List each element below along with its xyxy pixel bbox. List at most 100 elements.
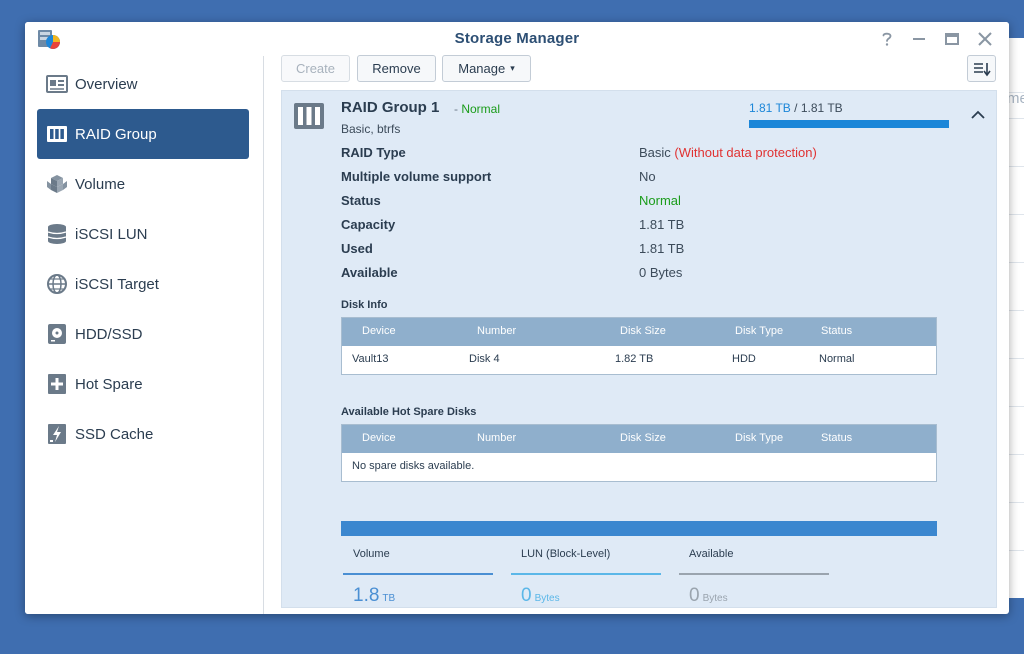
summary-label: Volume — [353, 548, 390, 560]
column-header[interactable]: Number — [477, 325, 516, 337]
prop-label-capacity: Capacity — [341, 217, 396, 232]
table-empty-row: No spare disks available. — [342, 453, 936, 481]
cell-size: 1.82 TB — [615, 353, 654, 365]
title-bar[interactable]: Storage Manager — [25, 22, 1009, 56]
capacity-bar-fill — [749, 120, 949, 128]
raid-subtitle: Basic, btrfs — [341, 122, 401, 136]
raid-type-value: Basic — [639, 145, 671, 160]
sidebar-item-label: Volume — [75, 175, 126, 193]
sidebar-item-iscsi-target[interactable]: iSCSI Target — [37, 259, 249, 309]
create-button[interactable]: Create — [281, 55, 350, 82]
raid-type-warning: (Without data protection) — [674, 145, 817, 160]
summary-label: Available — [689, 548, 734, 560]
column-header[interactable]: Disk Size — [620, 432, 666, 444]
capacity-bar — [749, 120, 949, 128]
summary-underline — [343, 573, 493, 575]
sidebar-item-label: Overview — [75, 75, 138, 93]
chevron-up-icon[interactable] — [969, 108, 987, 122]
summary-available: Available 0 Bytes — [679, 548, 829, 607]
sidebar-item-hot-spare[interactable]: Hot Spare — [37, 359, 249, 409]
capacity-separator: / — [794, 101, 798, 115]
usage-strip — [341, 521, 937, 536]
summary-value: 0 Bytes — [521, 585, 661, 607]
hot-spare-title: Available Hot Spare Disks — [341, 406, 477, 418]
sidebar-item-label: iSCSI LUN — [75, 225, 148, 243]
hot-spare-table: Device Number Disk Size Disk Type Status… — [341, 424, 937, 482]
ssd-cache-icon — [46, 423, 68, 445]
manage-button-label: Manage — [458, 61, 506, 76]
sidebar-item-label: HDD/SSD — [75, 325, 143, 343]
window-title: Storage Manager — [454, 30, 580, 47]
capacity-used: 1.81 TB — [749, 101, 791, 115]
raid-group-icon — [46, 123, 68, 145]
sort-button[interactable] — [967, 55, 996, 82]
prop-value-used: 1.81 TB — [639, 241, 685, 256]
sort-icon — [973, 62, 991, 76]
sidebar-item-label: SSD Cache — [75, 425, 154, 443]
column-header[interactable]: Device — [362, 325, 396, 337]
prop-label-used: Used — [341, 241, 373, 256]
raid-group-panel: RAID Group 1 - Normal Basic, btrfs 1.81 … — [281, 90, 997, 608]
chevron-down-icon: ▾ — [510, 63, 515, 73]
summary-unit: Bytes — [702, 593, 728, 604]
iscsi-lun-icon — [46, 223, 68, 245]
volume-icon — [46, 173, 68, 195]
prop-value-available: 0 Bytes — [639, 265, 683, 280]
capacity-text: 1.81 TB / 1.81 TB — [749, 101, 843, 115]
summary-underline — [511, 573, 661, 575]
prop-value-raid-type: Basic (Without data protection) — [639, 145, 817, 160]
close-icon[interactable] — [975, 29, 995, 49]
status-separator: - — [454, 102, 458, 116]
sidebar-item-label: RAID Group — [75, 125, 157, 143]
sidebar-item-label: iSCSI Target — [75, 275, 159, 293]
column-header[interactable]: Status — [821, 325, 852, 337]
summary-label: LUN (Block-Level) — [521, 548, 611, 560]
summary-number: 0 — [521, 585, 532, 606]
capacity-total: 1.81 TB — [800, 101, 843, 115]
column-header[interactable]: Device — [362, 432, 396, 444]
sidebar-item-hdd-ssd[interactable]: HDD/SSD — [37, 309, 249, 359]
table-header: Device Number Disk Size Disk Type Status — [342, 318, 936, 346]
raid-group-title: RAID Group 1 — [341, 99, 440, 116]
column-header[interactable]: Status — [821, 432, 852, 444]
column-header[interactable]: Disk Type — [735, 325, 783, 337]
table-header: Device Number Disk Size Disk Type Status — [342, 425, 936, 453]
column-header[interactable]: Number — [477, 432, 516, 444]
hdd-icon — [46, 323, 68, 345]
sidebar-item-volume[interactable]: Volume — [37, 159, 249, 209]
disk-info-title: Disk Info — [341, 299, 388, 311]
hot-spare-icon — [46, 373, 68, 395]
summary-number: 1.8 — [353, 585, 380, 606]
column-header[interactable]: Disk Type — [735, 432, 783, 444]
sidebar-item-raid-group[interactable]: RAID Group — [37, 109, 249, 159]
cell-status: Normal — [819, 353, 855, 365]
raid-status-text: - Normal — [454, 102, 500, 116]
prop-value-status: Normal — [639, 193, 681, 208]
raid-disk-icon — [294, 103, 324, 129]
empty-message: No spare disks available. — [352, 460, 475, 472]
column-header[interactable]: Disk Size — [620, 325, 666, 337]
disk-info-table: Device Number Disk Size Disk Type Status… — [341, 317, 937, 375]
summary-value: 0 Bytes — [689, 585, 829, 607]
prop-value-capacity: 1.81 TB — [639, 217, 685, 232]
help-icon[interactable] — [877, 29, 897, 49]
sidebar: Overview RAID Group Volume iSCSI LUN iSC… — [25, 56, 264, 614]
minimize-icon[interactable] — [909, 29, 929, 49]
raid-status-badge: Normal — [461, 102, 501, 116]
summary-underline — [679, 573, 829, 575]
prop-label-multi-volume: Multiple volume support — [341, 169, 492, 184]
cell-device: Vault13 — [352, 353, 389, 365]
sidebar-item-ssd-cache[interactable]: SSD Cache — [37, 409, 249, 459]
cell-type: HDD — [732, 353, 756, 365]
prop-label-available: Available — [341, 265, 398, 280]
sidebar-item-iscsi-lun[interactable]: iSCSI LUN — [37, 209, 249, 259]
storage-manager-window: Storage Manager Overview RAID Group Volu… — [25, 22, 1009, 614]
manage-dropdown-button[interactable]: Manage ▾ — [442, 55, 531, 82]
table-row[interactable]: Vault13 Disk 4 1.82 TB HDD Normal — [342, 346, 936, 374]
background-window-text: me — [1007, 90, 1024, 107]
summary-unit: TB — [382, 593, 396, 604]
remove-button[interactable]: Remove — [357, 55, 436, 82]
sidebar-item-overview[interactable]: Overview — [37, 59, 249, 109]
summary-lun: LUN (Block-Level) 0 Bytes — [511, 548, 661, 607]
maximize-icon[interactable] — [942, 29, 962, 49]
